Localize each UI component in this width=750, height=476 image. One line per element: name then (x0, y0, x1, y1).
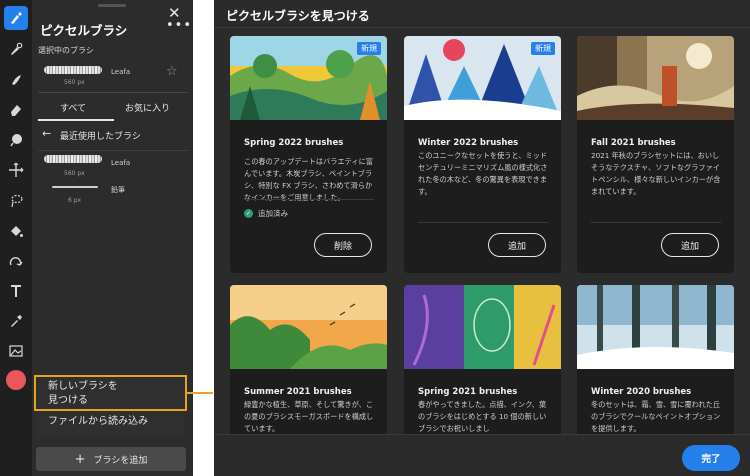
brush-pack-card[interactable]: Summer 2021 brushes 緑豊かな植生、草原、そして驚きが、この夏… (230, 285, 387, 455)
add-brush-button[interactable]: + ブラシを追加 (36, 447, 186, 471)
selected-brush-label: 選択中のブラシ (38, 46, 94, 55)
panel-title: ピクセルブラシ (40, 23, 128, 38)
paint-brush-icon[interactable] (4, 37, 28, 61)
tab-indicator (38, 119, 114, 121)
card-description: 緑豊かな植生、草原、そして驚きが、この夏のブラシスモーガスボードを構成しています… (244, 400, 374, 433)
brush-stroke-preview (44, 155, 102, 163)
add-button[interactable]: 追加 (661, 233, 719, 257)
brush-pack-card[interactable]: 新規 Winter 2022 brushes このユニークなセットを使うと、ミッ… (404, 36, 561, 273)
remove-button[interactable]: 削除 (314, 233, 372, 257)
divider (244, 199, 374, 200)
brush-name: Leafa (111, 159, 131, 167)
card-title: Winter 2022 brushes (418, 138, 519, 148)
fill-icon[interactable] (4, 219, 28, 243)
add-brush-label: ブラシを追加 (93, 455, 148, 466)
checkmark-icon: ✓ (244, 209, 253, 218)
card-description: 冬のセットは、霜、雪、雪に覆われた丘のブラシでクールなペイントオプションを提供し… (591, 400, 721, 433)
dialog-title: ピクセルブラシを見つける (226, 9, 370, 23)
back-arrow-icon[interactable]: ← (42, 127, 51, 140)
lasso-icon[interactable] (4, 189, 28, 213)
brush-size: 6 px (68, 197, 82, 204)
card-description: 2021 年秋のブラシセットには、おいしそうなテクスチャ、ソフトなグラファイトペ… (591, 151, 721, 196)
pixel-brush-icon[interactable] (4, 6, 28, 30)
brush-name: 鉛筆 (111, 186, 125, 194)
added-status: ✓ 追加済み (244, 208, 288, 219)
selected-brush-size: 560 px (64, 79, 85, 86)
divider (214, 27, 750, 28)
move-icon[interactable] (4, 158, 28, 182)
dialog-footer: 完了 (214, 434, 750, 476)
eraser-icon[interactable] (4, 98, 28, 122)
new-badge: 新規 (531, 42, 555, 55)
callout-connector (187, 392, 213, 394)
divider (38, 150, 188, 151)
divider (418, 222, 548, 223)
text-icon[interactable] (4, 279, 28, 303)
brush-stroke-preview (44, 66, 102, 74)
selected-brush-name: Leafa (111, 68, 131, 76)
card-title: Spring 2022 brushes (244, 138, 344, 148)
find-brushes-dialog: ピクセルブラシを見つける 新規 Spring 2022 brushes この春の… (214, 0, 750, 476)
eyedropper-icon[interactable] (4, 309, 28, 333)
brush-pack-card[interactable]: 新規 Spring 2022 brushes この春のアップデートはバラエティに… (230, 36, 387, 273)
card-description: 春がやってきました。点描、インク、葉のブラシをはじめとする 10 個の新しいブラ… (418, 400, 547, 433)
brush-stroke-preview (52, 186, 98, 188)
brush-pack-card[interactable]: Fall 2021 brushes 2021 年秋のブラシセットには、おいしそう… (577, 36, 734, 273)
add-button[interactable]: 追加 (488, 233, 546, 257)
brush-size: 560 px (64, 170, 85, 177)
transform-icon[interactable] (4, 249, 28, 273)
card-description: このユニークなセットを使うと、ミッドセンチュリーミニマリズム風の様式化された冬の… (418, 151, 548, 196)
import-from-file-menu-item[interactable]: ファイルから読み込み (48, 415, 148, 429)
find-brushes-line2: 見つける (48, 395, 88, 406)
tab-all[interactable]: すべて (60, 101, 86, 114)
recent-brushes-label: 最近使用したブラシ (60, 132, 141, 142)
brush-pack-card[interactable]: Winter 2020 brushes 冬のセットは、霜、雪、雪に覆われた丘のブ… (577, 285, 734, 455)
done-button[interactable]: 完了 (682, 445, 740, 471)
divider (38, 92, 188, 93)
summer-2021-artwork (230, 285, 387, 369)
fall-2021-artwork (577, 36, 734, 120)
winter-2020-artwork (577, 285, 734, 369)
card-title: Summer 2021 brushes (244, 387, 352, 397)
card-title: Spring 2021 brushes (418, 387, 518, 397)
plus-icon: + (74, 451, 86, 467)
tab-favorites[interactable]: お気に入り (125, 101, 170, 114)
card-title: Fall 2021 brushes (591, 138, 676, 148)
more-options-icon[interactable]: ••• (166, 18, 192, 33)
brush-pack-card[interactable]: Spring 2021 brushes 春がやってきました。点描、インク、葉のブ… (404, 285, 561, 455)
card-title: Winter 2020 brushes (591, 387, 692, 397)
find-brushes-line1: 新しいブラシを (48, 381, 118, 392)
image-icon[interactable] (4, 339, 28, 363)
new-badge: 新規 (357, 42, 381, 55)
blob-icon[interactable] (4, 128, 28, 152)
panel-drag-handle[interactable] (98, 4, 126, 7)
color-swatch[interactable] (6, 370, 26, 390)
smudge-icon[interactable] (4, 68, 28, 92)
card-description: この春のアップデートはバラエティに富んでいます。木炭ブラシ、ペイントブラシ、特別… (244, 157, 373, 202)
spring-2021-artwork (404, 285, 561, 369)
favorite-star-icon[interactable]: ☆ (166, 64, 178, 79)
added-label: 追加済み (258, 209, 288, 218)
divider (591, 222, 721, 223)
tool-bar (0, 0, 32, 476)
